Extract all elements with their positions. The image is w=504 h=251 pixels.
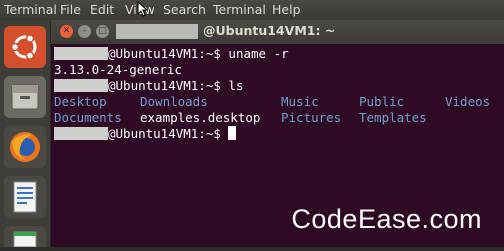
redacted-username xyxy=(54,47,108,60)
files-icon[interactable] xyxy=(4,76,46,118)
text-cursor xyxy=(228,126,237,140)
ls-entry: examples.desktop xyxy=(140,110,261,125)
menu-help[interactable]: Help xyxy=(272,0,301,20)
ls-entry: Documents xyxy=(54,110,122,125)
app-name: Terminal xyxy=(4,2,57,17)
prompt: @Ubuntu14VM1:~$ xyxy=(108,46,229,61)
prompt: @Ubuntu14VM1:~$ xyxy=(108,78,229,93)
top-menu-bar: Terminal File Edit View Search Terminal … xyxy=(0,0,504,20)
menu-search[interactable]: Search xyxy=(163,0,206,20)
redacted-username xyxy=(54,127,108,140)
redacted-username xyxy=(116,24,198,39)
ls-entry: Pictures xyxy=(281,110,342,125)
mouse-pointer-icon xyxy=(137,1,148,17)
menu-file[interactable]: File xyxy=(60,0,81,20)
terminal-line: @Ubuntu14VM1:~$ uname -r xyxy=(54,46,289,61)
ls-entry: Public xyxy=(359,94,405,109)
ls-entry: Videos xyxy=(445,94,491,109)
ls-entry: Downloads xyxy=(140,94,208,109)
ls-entry: Music xyxy=(281,94,319,109)
window-title: @Ubuntu14VM1: ~ xyxy=(203,23,336,38)
libreoffice-writer-icon[interactable] xyxy=(4,176,46,218)
launcher xyxy=(0,20,51,248)
ls-entry: Templates xyxy=(359,110,427,125)
close-button[interactable]: ✕ xyxy=(60,25,73,38)
terminal-line: 3.13.0-24-generic xyxy=(54,62,182,77)
command: ls xyxy=(228,78,244,93)
firefox-icon[interactable] xyxy=(4,126,46,168)
menu-terminal[interactable]: Terminal xyxy=(213,0,266,20)
window-titlebar: ✕ – □ @Ubuntu14VM1: ~ xyxy=(51,20,504,44)
watermark: CodeEase.com xyxy=(291,204,482,234)
libreoffice-calc-icon[interactable] xyxy=(4,226,46,248)
ls-entry: Desktop xyxy=(54,94,107,109)
terminal-line: @Ubuntu14VM1:~$ xyxy=(54,126,237,141)
command: uname -r xyxy=(228,46,289,61)
minimize-button[interactable]: – xyxy=(78,25,91,38)
command-output: 3.13.0-24-generic xyxy=(54,62,182,77)
terminal-line: @Ubuntu14VM1:~$ ls xyxy=(54,78,243,93)
maximize-button[interactable]: □ xyxy=(96,25,109,38)
prompt: @Ubuntu14VM1:~$ xyxy=(108,126,229,141)
redacted-username xyxy=(54,79,108,92)
menu-edit[interactable]: Edit xyxy=(90,0,114,20)
ubuntu-dash-icon[interactable] xyxy=(4,26,46,68)
